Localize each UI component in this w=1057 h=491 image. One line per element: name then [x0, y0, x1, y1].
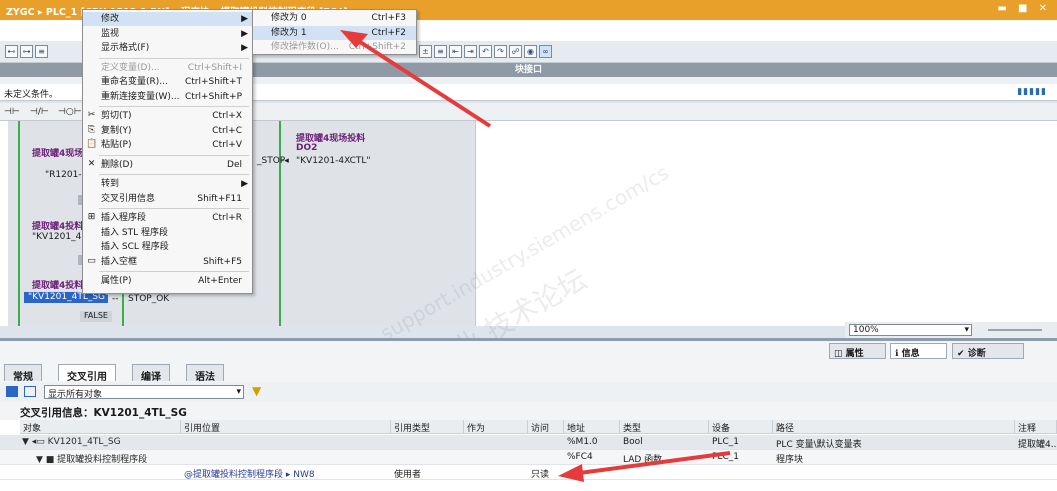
arrow-line-2: [571, 451, 731, 476]
annotation-arrows: [340, 30, 731, 482]
arrow-line-1: [352, 36, 492, 128]
arrowhead-2: [558, 464, 584, 482]
